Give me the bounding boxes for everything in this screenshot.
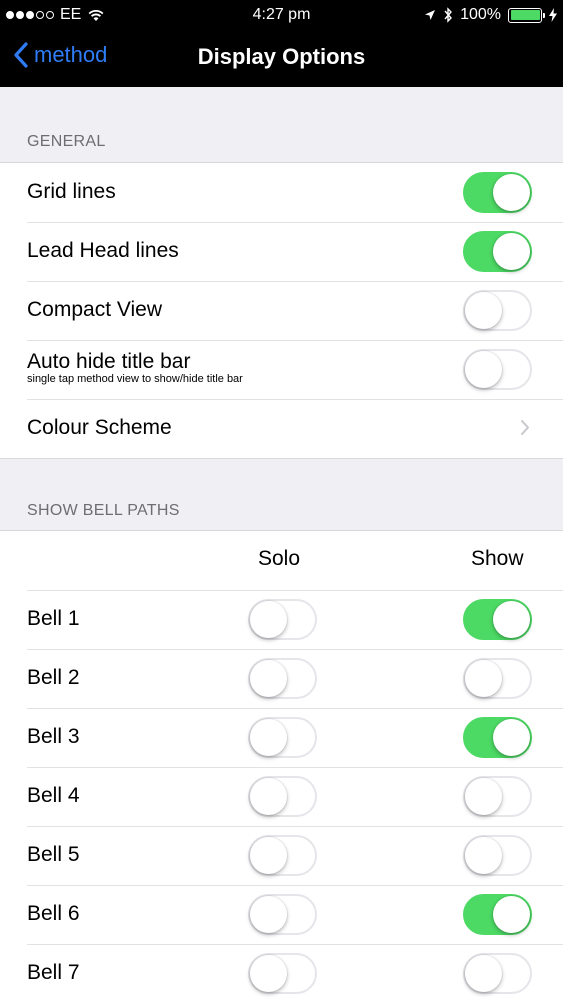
bell-label: Bell 3 [27, 725, 80, 748]
solo-column-header: Solo [258, 547, 301, 570]
bell-6-show-toggle[interactable] [463, 894, 532, 935]
auto-hide-title-bar-toggle[interactable] [463, 349, 532, 390]
battery-icon [508, 7, 545, 23]
bluetooth-icon [444, 7, 453, 23]
compact-view-label: Compact View [27, 298, 163, 321]
bell-3-show-toggle[interactable] [463, 717, 532, 758]
bell-1-show-toggle[interactable] [463, 599, 532, 640]
compact-view-row: Compact View [0, 281, 563, 340]
chevron-right-icon [521, 420, 529, 435]
bell-row: Bell 7 [0, 944, 563, 1000]
auto-hide-title-bar-row: Auto hide title bar single tap method vi… [0, 340, 563, 399]
grid-lines-toggle[interactable] [463, 172, 532, 213]
bell-row: Bell 3 [0, 708, 563, 767]
bell-label: Bell 4 [27, 784, 80, 807]
bell-label: Bell 2 [27, 666, 80, 689]
bell-label: Bell 5 [27, 843, 80, 866]
page-title: Display Options [197, 44, 366, 69]
section-header-bell-paths: SHOW BELL PATHS [27, 502, 180, 519]
grid-lines-row: Grid lines [0, 163, 563, 222]
bell-7-solo-toggle[interactable] [248, 953, 317, 994]
bell-row: Bell 6 [0, 885, 563, 944]
location-arrow-icon [425, 10, 436, 20]
general-settings-group: Grid lines Lead Head lines Compact View … [0, 162, 563, 459]
bell-4-solo-toggle[interactable] [248, 776, 317, 817]
charging-bolt-icon [549, 8, 557, 22]
compact-view-toggle[interactable] [463, 290, 532, 331]
navigation-bar: method Display Options [0, 30, 563, 87]
status-bar: EE 4:27 pm 100% [0, 0, 563, 30]
bell-row: Bell 1 [0, 590, 563, 649]
bell-label: Bell 6 [27, 902, 80, 925]
lead-head-lines-toggle[interactable] [463, 231, 532, 272]
bell-row: Bell 4 [0, 767, 563, 826]
bell-label: Bell 7 [27, 961, 80, 984]
bell-paths-column-headers: Solo Show [0, 531, 563, 590]
bell-7-show-toggle[interactable] [463, 953, 532, 994]
auto-hide-title-bar-label: Auto hide title bar [27, 350, 191, 373]
bell-2-solo-toggle[interactable] [248, 658, 317, 699]
lead-head-lines-row: Lead Head lines [0, 222, 563, 281]
bell-5-show-toggle[interactable] [463, 835, 532, 876]
colour-scheme-label: Colour Scheme [27, 416, 172, 439]
colour-scheme-row[interactable]: Colour Scheme [0, 399, 563, 458]
bell-row: Bell 5 [0, 826, 563, 885]
bell-6-solo-toggle[interactable] [248, 894, 317, 935]
section-header-general: GENERAL [27, 133, 106, 150]
battery-percent: 100% [460, 6, 501, 23]
bell-4-show-toggle[interactable] [463, 776, 532, 817]
bell-5-solo-toggle[interactable] [248, 835, 317, 876]
bell-2-show-toggle[interactable] [463, 658, 532, 699]
auto-hide-title-bar-sublabel: single tap method view to show/hide titl… [27, 373, 243, 385]
bell-paths-group: Solo Show Bell 1 Bell 2 Bell 3 Bell 4 Be… [0, 530, 563, 1000]
bell-1-solo-toggle[interactable] [248, 599, 317, 640]
lead-head-lines-label: Lead Head lines [27, 239, 179, 262]
status-right: 100% [424, 6, 557, 24]
show-column-header: Show [471, 547, 524, 570]
bell-label: Bell 1 [27, 607, 80, 630]
grid-lines-label: Grid lines [27, 180, 116, 203]
bell-row: Bell 2 [0, 649, 563, 708]
bell-3-solo-toggle[interactable] [248, 717, 317, 758]
